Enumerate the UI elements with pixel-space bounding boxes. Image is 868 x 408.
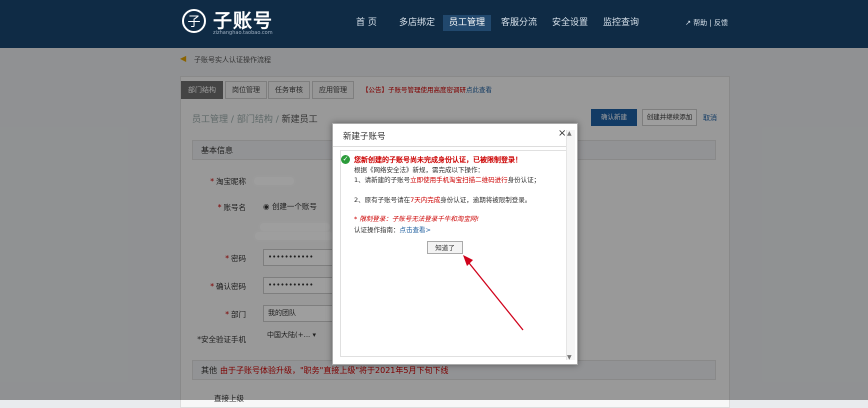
modal-divider	[333, 146, 575, 147]
modal-warning: * 限制登录：子账号无法登录千牛和淘宝网!	[354, 215, 479, 223]
nav-service-routing[interactable]: 客服分流	[495, 15, 543, 31]
modal-title: 新建子账号	[343, 132, 386, 142]
help-feedback-link[interactable]: ↗ 帮助 | 反馈	[685, 18, 728, 28]
modal-headline: 您新创建的子账号尚未完成身份认证，已被限制登录！	[354, 156, 522, 164]
annotation-arrow-icon	[463, 255, 524, 331]
nav-multi-store[interactable]: 多店绑定	[393, 15, 441, 31]
logo-icon[interactable]: 子	[182, 9, 206, 33]
nav-home[interactable]: 首 页	[350, 15, 383, 31]
modal-scrollbar[interactable]	[566, 130, 575, 360]
scroll-up-icon[interactable]: ▲	[567, 130, 572, 137]
scroll-down-icon[interactable]: ▼	[567, 354, 572, 361]
modal-line-2: 1、请新建的子账号立即使用手机淘宝扫描二维码进行身份认证；	[354, 176, 541, 184]
nav-monitoring[interactable]: 监控查询	[597, 15, 645, 31]
guide-link[interactable]: 点击查看>	[400, 226, 431, 234]
nav-staff-management[interactable]: 员工管理	[443, 15, 492, 31]
logo-title[interactable]: 子账号	[213, 6, 273, 33]
modal-line-1: 根据《网络安全法》新规，需完成以下操作：	[354, 166, 484, 174]
help-feedback-text: 帮助 | 反馈	[693, 19, 728, 27]
nav-security-settings[interactable]: 安全设置	[546, 15, 594, 31]
success-check-icon: ✓	[341, 155, 350, 164]
external-link-icon: ↗	[685, 19, 691, 27]
modal-line-3: 2、原有子账号请在7天内完成身份认证，逾期将被限制登录。	[354, 196, 532, 204]
modal-guide: 认证操作指南：点击查看>	[354, 226, 431, 234]
logo-subtitle: zizhanghao.taobao.com	[213, 30, 273, 36]
